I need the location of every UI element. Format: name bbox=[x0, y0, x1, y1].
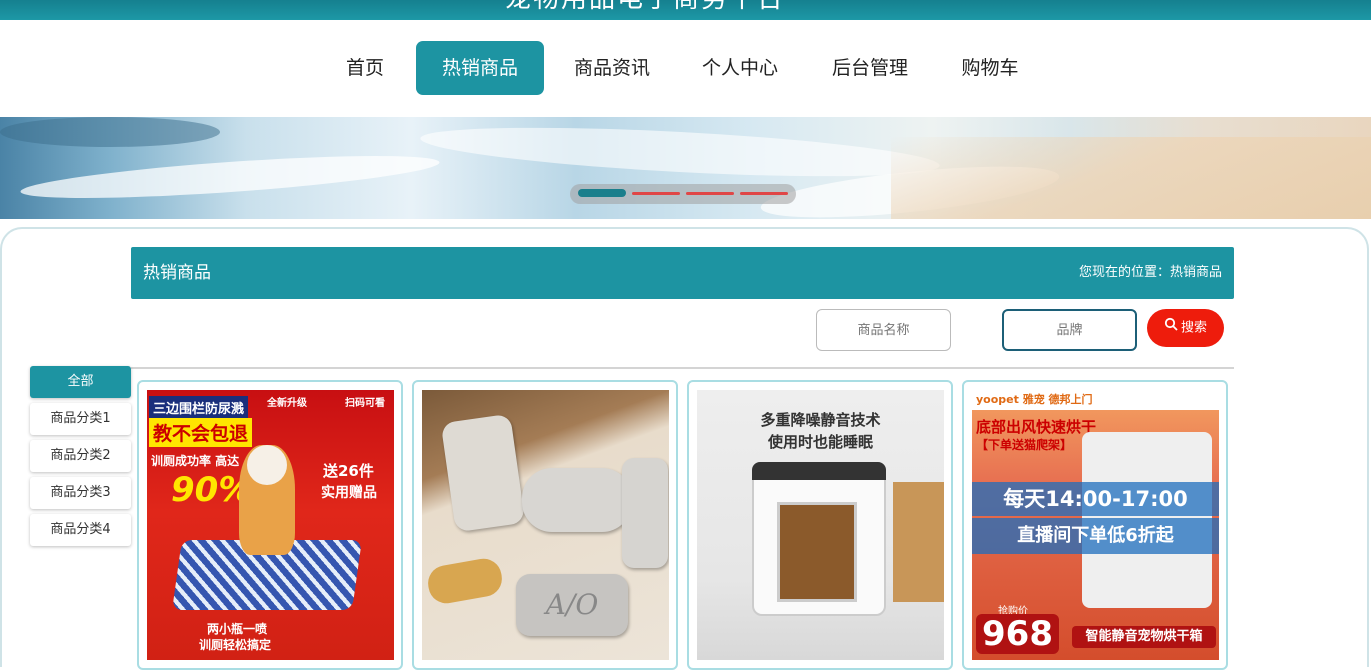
product-image-text: 智能静音宠物烘干箱 bbox=[1072, 626, 1216, 648]
product-card[interactable]: yoopet 雅宠 德邦上门 底部出风快速烘干 【下单送猫爬架】 每天14:00… bbox=[962, 380, 1228, 670]
carousel-dot-3[interactable] bbox=[686, 192, 734, 195]
banner-wave bbox=[419, 118, 941, 186]
product-image-text: 多重降噪静音技术 bbox=[760, 411, 881, 429]
search-icon bbox=[1164, 309, 1178, 347]
search-button[interactable]: 搜索 bbox=[1147, 309, 1224, 347]
brand-search-input[interactable] bbox=[1002, 309, 1137, 351]
product-image-text: yoopet 雅宠 德邦上门 bbox=[972, 390, 1219, 410]
carousel-dot-1[interactable] bbox=[578, 189, 626, 197]
carousel-dot-4[interactable] bbox=[740, 192, 788, 195]
product-image-text: 训厕成功率 高达 bbox=[151, 454, 240, 468]
product-image[interactable]: A/O bbox=[422, 390, 669, 660]
product-illustration bbox=[777, 502, 857, 602]
product-image-text: 扫码可看 bbox=[345, 398, 385, 409]
product-card[interactable]: 多重降噪静音技术 使用时也能睡眠 bbox=[687, 380, 953, 670]
product-image[interactable]: 多重降噪静音技术 使用时也能睡眠 bbox=[697, 390, 944, 660]
product-image-text: 送26件 bbox=[323, 462, 374, 480]
nav-cart[interactable]: 购物车 bbox=[950, 41, 1030, 95]
product-image-text: 直播间下单低6折起 bbox=[972, 518, 1219, 554]
nav-news[interactable]: 商品资讯 bbox=[562, 41, 662, 95]
breadcrumb: 您现在的位置：热销商品 bbox=[1078, 265, 1222, 280]
carousel-dot-2[interactable] bbox=[632, 192, 680, 195]
category-3[interactable]: 商品分类3 bbox=[30, 477, 131, 509]
product-image-text: A/O bbox=[516, 574, 628, 636]
search-button-label: 搜索 bbox=[1180, 320, 1207, 336]
category-2[interactable]: 商品分类2 bbox=[30, 440, 131, 472]
product-card[interactable]: 三边围栏防尿溅 教不会包退 全新升级 扫码可看 训厕成功率 高达 90% 送26… bbox=[137, 380, 403, 670]
product-image[interactable]: yoopet 雅宠 德邦上门 底部出风快速烘干 【下单送猫爬架】 每天14:00… bbox=[972, 390, 1219, 660]
category-1[interactable]: 商品分类1 bbox=[30, 403, 131, 435]
product-image-text: 实用赠品 bbox=[321, 485, 377, 501]
product-illustration bbox=[893, 482, 944, 602]
product-price: 968 bbox=[976, 614, 1059, 654]
product-illustration bbox=[622, 458, 668, 568]
category-all[interactable]: 全部 bbox=[30, 366, 131, 398]
category-4[interactable]: 商品分类4 bbox=[30, 514, 131, 546]
banner-sand bbox=[891, 137, 1371, 219]
nav-home[interactable]: 首页 bbox=[332, 41, 398, 95]
product-card[interactable]: A/O bbox=[412, 380, 678, 670]
section-header: 热销商品 您现在的位置：热销商品 bbox=[131, 247, 1234, 299]
product-illustration bbox=[247, 445, 287, 485]
site-title: 宠物用品电子商务平台 bbox=[0, 0, 1290, 15]
nav-personal-center[interactable]: 个人中心 bbox=[690, 41, 790, 95]
product-image-text: 三边围栏防尿溅 bbox=[149, 396, 249, 419]
product-illustration bbox=[752, 462, 886, 480]
product-image-text: 每天14:00-17:00 bbox=[972, 482, 1219, 516]
product-image-text: 教不会包退 bbox=[149, 418, 253, 447]
product-illustration bbox=[440, 413, 526, 533]
product-illustration bbox=[522, 468, 632, 532]
product-image-text: 【下单送猫爬架】 bbox=[976, 438, 1073, 452]
nav-admin[interactable]: 后台管理 bbox=[820, 41, 920, 95]
product-illustration bbox=[425, 555, 505, 607]
product-image-text: 底部出风快速烘干 bbox=[976, 418, 1097, 436]
section-title: 热销商品 bbox=[143, 263, 211, 283]
nav-hot-products[interactable]: 热销商品 bbox=[416, 41, 544, 95]
product-image-text: 全新升级 bbox=[267, 398, 307, 409]
product-image-text: 使用时也能睡眠 bbox=[767, 433, 873, 451]
banner-wave bbox=[0, 117, 220, 147]
banner-wave bbox=[19, 147, 441, 207]
product-image-text: 训厕轻松搞定 bbox=[199, 638, 272, 652]
divider bbox=[131, 367, 1234, 369]
product-name-search-input[interactable] bbox=[816, 309, 951, 351]
site-header: 宠物用品电子商务平台 bbox=[0, 0, 1371, 20]
product-image[interactable]: 三边围栏防尿溅 教不会包退 全新升级 扫码可看 训厕成功率 高达 90% 送26… bbox=[147, 390, 394, 660]
main-nav: 首页 热销商品 商品资讯 个人中心 后台管理 购物车 bbox=[0, 41, 1371, 95]
carousel-indicators bbox=[570, 184, 796, 204]
product-image-text: 两小瓶一喷 bbox=[207, 622, 268, 636]
